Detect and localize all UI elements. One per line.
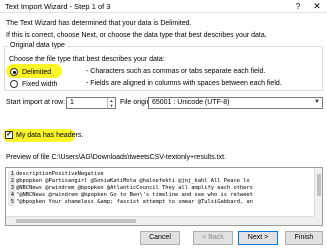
help-icon[interactable]: ?: [290, 0, 306, 13]
radio-fixed-width-description: - Fields are aligned in columns with spa…: [86, 80, 282, 87]
horizontal-scrollbar[interactable]: [6, 216, 316, 225]
radio-fixed-width-indicator[interactable]: [10, 80, 18, 88]
cancel-button[interactable]: Cancel: [140, 231, 180, 245]
close-icon[interactable]: ✕: [309, 0, 325, 13]
row-text: @NBCNews @rwindrem @bpopken @AtlanticCou…: [16, 184, 253, 191]
radio-delimited[interactable]: Delimited: [10, 67, 51, 77]
spin-arrows-icon[interactable]: ▲ ▼: [107, 98, 115, 108]
file-origin-select[interactable]: 65001 : Unicode (UTF-8) ▼: [148, 97, 323, 109]
radio-delimited-description: - Characters such as commas or tabs sepa…: [86, 68, 266, 75]
row-number: 5: [8, 198, 15, 206]
preview-row: 4 "@NBCNews @rwindrem @bpopken Go to Ben\…: [8, 191, 313, 199]
radio-delimited-label[interactable]: Delimited: [22, 69, 51, 76]
title-bar: Text Import Wizard - Step 1 of 3 ? ✕: [0, 0, 327, 13]
horizontal-scroll-thumb[interactable]: [16, 219, 136, 223]
start-import-label: Start import at row:: [6, 99, 66, 106]
radio-delimited-indicator[interactable]: [10, 68, 18, 76]
preview-row: 5 "@bpopken Your shameless &amp; fascist …: [8, 198, 313, 206]
start-import-stepper[interactable]: 1 ▲ ▼: [66, 97, 116, 109]
finish-button[interactable]: Finish: [285, 231, 323, 245]
row-number: 3: [8, 184, 15, 192]
scroll-corner: [314, 216, 322, 225]
start-import-value[interactable]: 1: [70, 99, 74, 106]
next-button[interactable]: Next >: [238, 231, 278, 245]
preview-row: 3 @NBCNews @rwindrem @bpopken @AtlanticCo…: [8, 184, 313, 192]
vertical-scrollbar[interactable]: [314, 168, 322, 216]
file-preview[interactable]: 1 descriptionPositiveNegative 2 @bpopken @…: [5, 167, 323, 226]
file-origin-value[interactable]: 65001 : Unicode (UTF-8): [152, 99, 229, 106]
preview-rows: 1 descriptionPositiveNegative 2 @bpopken @…: [8, 171, 313, 206]
row-text: descriptionPositiveNegative: [16, 171, 104, 177]
back-button[interactable]: < Back: [193, 231, 233, 245]
intro-line-2: If this is correct, choose Next, or choo…: [6, 32, 267, 39]
preview-row: 1 descriptionPositiveNegative: [8, 171, 313, 178]
vertical-scroll-thumb[interactable]: [317, 174, 321, 196]
headers-checkbox-row[interactable]: ✓ My data has headers.: [5, 131, 83, 139]
file-type-prompt: Choose the file type that best describes…: [9, 56, 165, 63]
intro-line-1: The Text Wizard has determined that your…: [6, 20, 192, 27]
row-number: 1: [8, 171, 15, 178]
radio-fixed-width-label[interactable]: Fixed width: [22, 81, 57, 88]
row-text: @bpopken @Partisangirl @SoniaKatiMota @h…: [16, 177, 250, 184]
headers-checkbox-label[interactable]: My data has headers.: [16, 132, 83, 139]
window-title: Text Import Wizard - Step 1 of 3: [5, 2, 111, 11]
row-text: "@NBCNews @rwindrem @bpopken Go to Ben\'…: [16, 191, 253, 198]
group-legend: Original data type: [8, 42, 67, 49]
headers-checkbox[interactable]: ✓: [5, 131, 13, 139]
preview-row: 2 @bpopken @Partisangirl @SoniaKatiMota @…: [8, 177, 313, 185]
row-number: 4: [8, 191, 15, 199]
radio-fixed-width[interactable]: Fixed width: [10, 79, 57, 89]
row-number: 2: [8, 177, 15, 185]
row-text: "@bpopken Your shameless &amp; fascist a…: [16, 198, 253, 205]
preview-label: Preview of file C:\Users\AG\Downloads\tw…: [6, 154, 226, 161]
chevron-down-icon[interactable]: ▼: [314, 99, 320, 105]
